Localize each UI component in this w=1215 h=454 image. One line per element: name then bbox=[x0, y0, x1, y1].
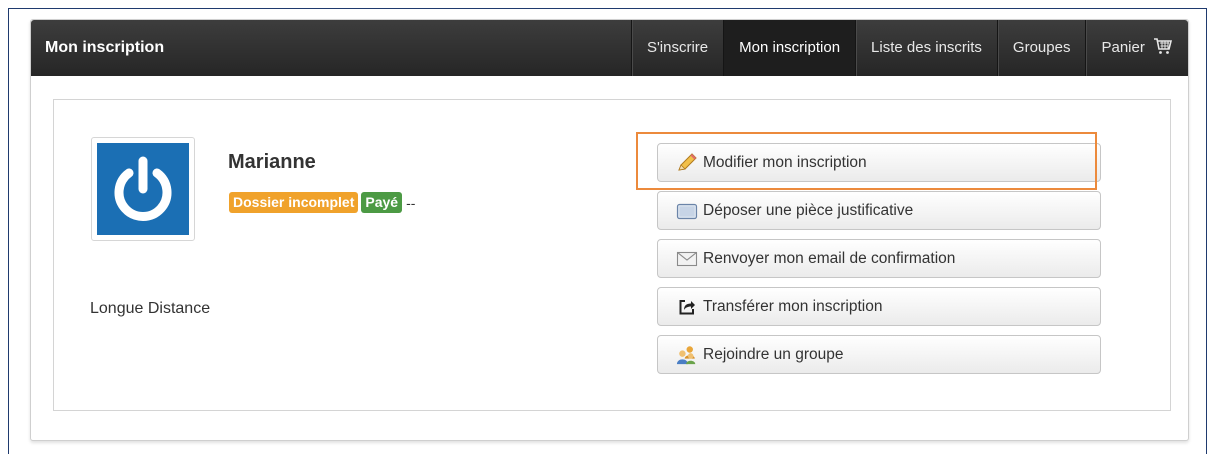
resend-confirmation-label: Renvoyer mon email de confirmation bbox=[703, 249, 956, 267]
transfer-registration-button[interactable]: Transférer mon inscription bbox=[657, 287, 1101, 326]
highlight-box bbox=[636, 132, 1097, 190]
status-badge-incomplete: Dossier incomplet bbox=[229, 192, 359, 213]
cart-icon bbox=[1154, 38, 1173, 54]
status-badge-paid: Payé bbox=[361, 192, 403, 213]
power-icon bbox=[114, 156, 172, 221]
document-icon bbox=[676, 201, 698, 221]
screenshot-frame: Mon inscription S'inscrire Mon inscripti… bbox=[8, 8, 1207, 454]
avatar bbox=[91, 137, 195, 241]
join-group-label: Rejoindre un groupe bbox=[703, 345, 844, 363]
resend-confirmation-button[interactable]: Renvoyer mon email de confirmation bbox=[657, 239, 1101, 278]
nav-mon-inscription[interactable]: Mon inscription bbox=[723, 20, 856, 76]
upload-document-label: Déposer une pièce justificative bbox=[703, 201, 914, 219]
transfer-registration-label: Transférer mon inscription bbox=[703, 297, 883, 315]
join-group-button[interactable]: Rejoindre un groupe bbox=[657, 335, 1101, 374]
envelope-icon bbox=[676, 249, 698, 269]
nav-panier-label: Panier bbox=[1101, 39, 1145, 56]
share-icon bbox=[676, 297, 698, 317]
page-title: Mon inscription bbox=[45, 39, 165, 56]
race-category: Longue Distance bbox=[90, 300, 211, 317]
nav-groupes[interactable]: Groupes bbox=[996, 20, 1086, 76]
group-icon bbox=[676, 345, 698, 365]
upload-document-button[interactable]: Déposer une pièce justificative bbox=[657, 191, 1101, 230]
status-extra: -- bbox=[406, 194, 416, 211]
nav-links: S'inscrire Mon inscription Liste des ins… bbox=[630, 20, 1188, 76]
top-navbar: Mon inscription S'inscrire Mon inscripti… bbox=[31, 20, 1188, 76]
registration-panel: Mon inscription S'inscrire Mon inscripti… bbox=[30, 19, 1189, 441]
nav-sinscrire[interactable]: S'inscrire bbox=[630, 20, 723, 76]
nav-panier[interactable]: Panier bbox=[1085, 20, 1188, 76]
participant-name: Marianne bbox=[228, 151, 316, 173]
nav-liste-des-inscrits[interactable]: Liste des inscrits bbox=[855, 20, 997, 76]
status-badges: Dossier incomplet Payé -- bbox=[229, 192, 415, 213]
